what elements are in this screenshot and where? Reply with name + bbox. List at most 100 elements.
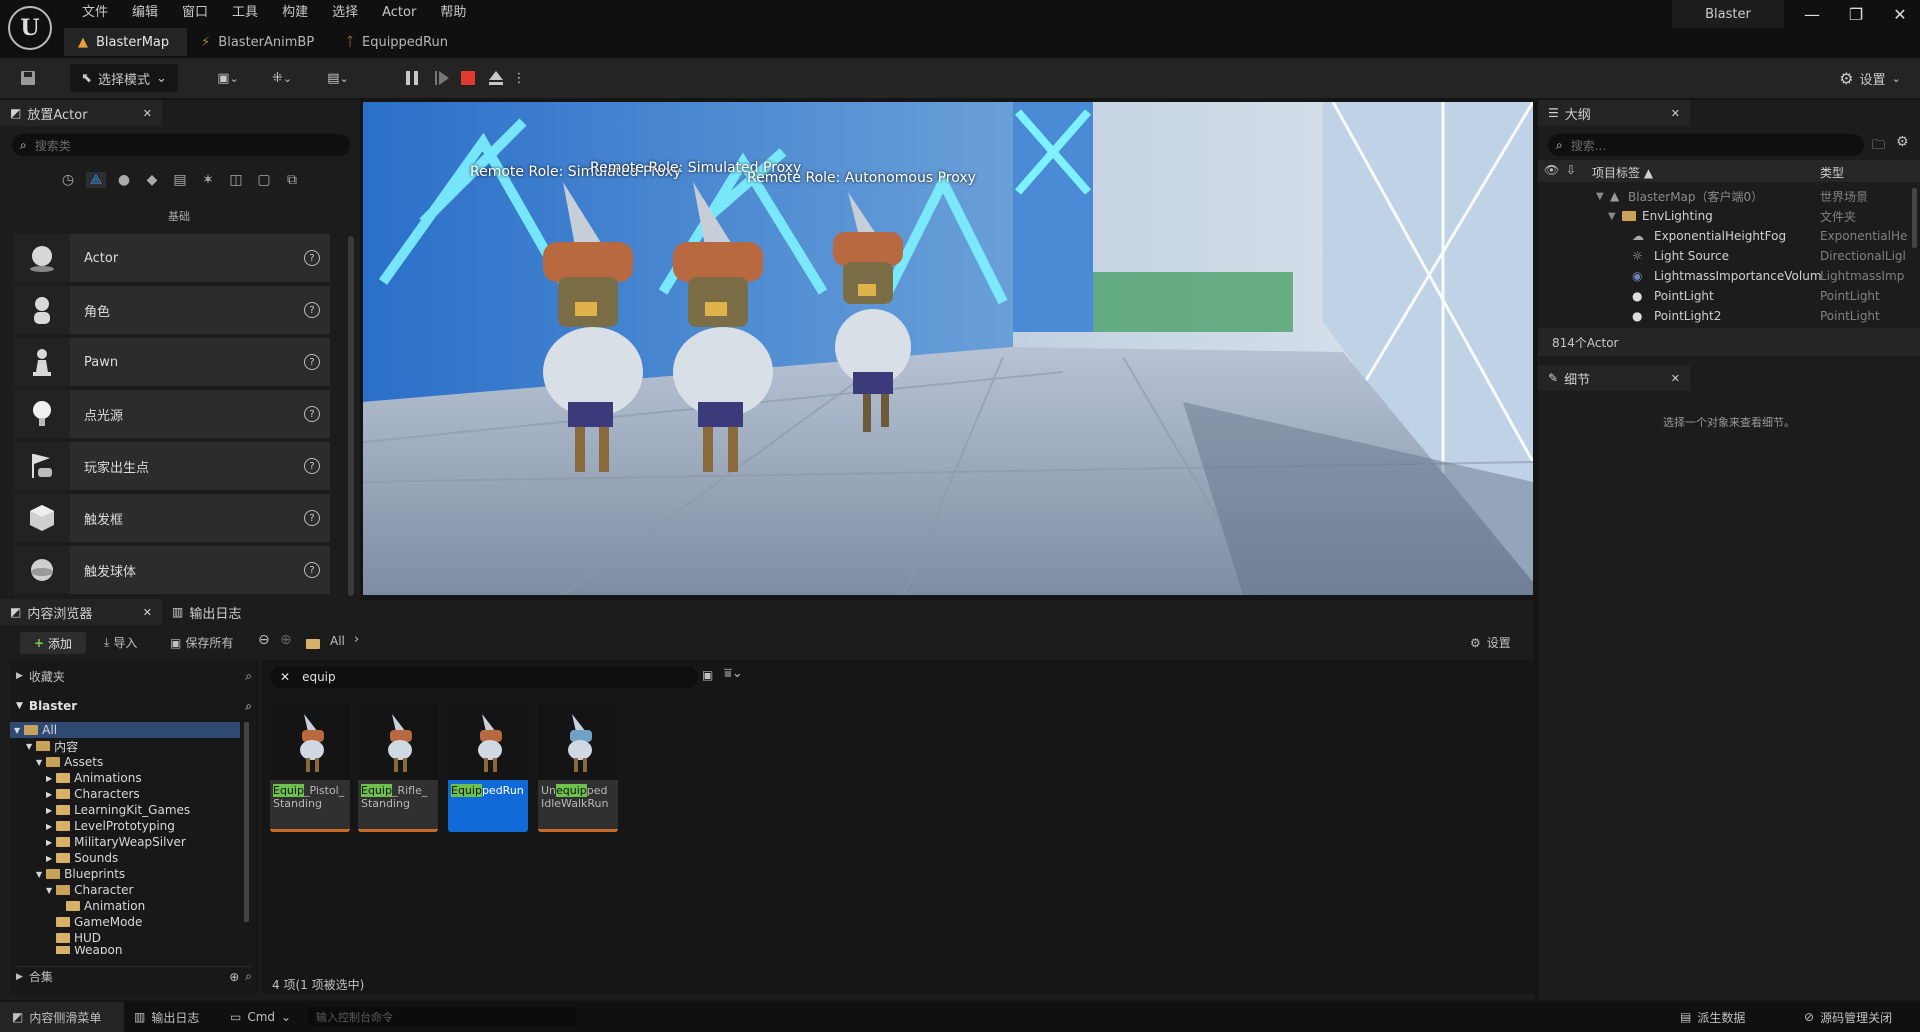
clear-search-icon[interactable]: ✕ xyxy=(280,670,290,684)
menu-actor[interactable]: Actor xyxy=(370,3,428,23)
add-button[interactable]: + 添加 xyxy=(20,632,86,654)
help-icon[interactable]: ? xyxy=(304,302,320,318)
tree-item[interactable]: ▶ Animations xyxy=(46,770,142,786)
cinematic-icon[interactable]: ▤ xyxy=(170,172,190,188)
back-icon[interactable]: ⊖ xyxy=(258,632,270,648)
outliner-row[interactable]: ▼ EnvLighting 文件夹 xyxy=(1538,206,1920,226)
eject-icon[interactable] xyxy=(484,64,508,92)
tree-item[interactable]: ▼ All xyxy=(14,722,57,738)
import-button[interactable]: ⤓ 导入 xyxy=(104,634,137,651)
pause-icon[interactable] xyxy=(400,64,424,92)
derived-data-button[interactable]: ▤ 派生数据 xyxy=(1680,1002,1745,1032)
search-icon[interactable]: ⌕ xyxy=(245,699,252,714)
place-item-character[interactable]: 角色 ? xyxy=(14,286,330,334)
recent-icon[interactable]: ◷ xyxy=(58,172,78,188)
all-classes-icon[interactable]: ⧉ xyxy=(282,172,302,188)
content-browser-tab[interactable]: ◩ 内容浏览器 ✕ xyxy=(0,599,162,625)
tree-item[interactable]: ▼ Assets xyxy=(36,754,103,770)
menu-tools[interactable]: 工具 xyxy=(220,3,270,23)
chevron-down-icon[interactable]: ▼ xyxy=(1608,211,1616,222)
level-viewport[interactable]: Remote Role: Simulated Proxy Remote Role… xyxy=(363,102,1533,595)
outliner-tab[interactable]: ☰ 大纲 ✕ xyxy=(1538,100,1690,126)
tab-blasteranimbp[interactable]: ⚡ BlasterAnimBP xyxy=(187,28,332,56)
help-icon[interactable]: ? xyxy=(304,250,320,266)
select-mode-dropdown[interactable]: ⬉ 选择模式 ⌄ xyxy=(70,64,178,92)
tree-item[interactable]: ▶ Sounds xyxy=(46,850,118,866)
help-icon[interactable]: ? xyxy=(304,406,320,422)
source-control-button[interactable]: ⊘ 源码管理关闭 xyxy=(1804,1002,1892,1032)
menu-edit[interactable]: 编辑 xyxy=(120,3,170,23)
column-label[interactable]: 项目标签 ▲ xyxy=(1592,164,1653,181)
place-item-trigger-box[interactable]: 触发框 ? xyxy=(14,494,330,542)
close-window-icon[interactable]: ✕ xyxy=(1878,0,1920,28)
help-icon[interactable]: ? xyxy=(304,510,320,526)
class-search-input[interactable]: ⌕ 搜索类 xyxy=(12,134,350,156)
asset-tile[interactable]: Equip_Pistol_ Standing xyxy=(270,704,350,832)
save-all-button[interactable]: ▣ 保存所有 xyxy=(170,634,233,651)
search-icon[interactable]: ⌕ xyxy=(245,669,252,684)
asset-search-input[interactable]: ✕ equip xyxy=(270,666,698,688)
stop-icon[interactable] xyxy=(456,64,480,92)
visual-effects-icon[interactable]: ✶ xyxy=(198,172,218,188)
visibility-eye-icon[interactable]: 👁 xyxy=(1544,163,1559,177)
chevron-right-icon[interactable]: › xyxy=(354,632,359,647)
basic-icon[interactable]: ⟁ xyxy=(86,172,106,188)
menu-file[interactable]: 文件 xyxy=(70,3,120,23)
add-collection-icon[interactable]: ⊕ xyxy=(229,970,239,984)
outliner-row[interactable]: ☁ ExponentialHeightFog ExponentialHe xyxy=(1538,226,1920,246)
more-options-icon[interactable]: ⋮ xyxy=(512,64,526,92)
asset-tile[interactable]: Equip_Rifle_ Standing xyxy=(358,704,438,832)
volumes-icon[interactable]: ▢ xyxy=(254,172,274,188)
close-icon[interactable]: ✕ xyxy=(143,107,152,120)
outliner-row[interactable]: ● PointLight2 PointLight xyxy=(1538,306,1920,326)
place-item-player-start[interactable]: 玩家出生点 ? xyxy=(14,442,330,490)
close-icon[interactable]: ✕ xyxy=(1671,372,1680,385)
outliner-row[interactable]: ◉ LightmassImportanceVolum LightmassImp xyxy=(1538,266,1920,286)
tree-item[interactable]: ▼ Character xyxy=(46,882,133,898)
shapes-icon[interactable]: ◆ xyxy=(142,172,162,188)
tree-item[interactable]: ▶ LearningKit_Games xyxy=(46,802,190,818)
lights-icon[interactable]: ● xyxy=(114,172,134,188)
unreal-logo-icon[interactable]: U xyxy=(8,6,52,50)
collections-header[interactable]: ▶ 合集 ⊕ ⌕ xyxy=(16,966,252,986)
scrollbar[interactable] xyxy=(348,236,354,596)
tree-item[interactable]: HUD xyxy=(56,930,101,946)
place-actors-tab[interactable]: ◩ 放置Actor ✕ xyxy=(0,100,162,126)
blaster-root-header[interactable]: ▼ Blaster ⌕ xyxy=(16,696,252,716)
menu-help[interactable]: 帮助 xyxy=(428,3,478,23)
menu-select[interactable]: 选择 xyxy=(320,3,370,23)
help-icon[interactable]: ? xyxy=(304,562,320,578)
save-search-icon[interactable]: ▣ xyxy=(702,668,713,682)
chevron-down-icon[interactable]: ▼ xyxy=(1596,191,1604,202)
content-drawer-button[interactable]: ◩ 内容侧滑菜单 xyxy=(0,1002,124,1032)
restore-icon[interactable]: ❐ xyxy=(1834,0,1878,28)
help-icon[interactable]: ? xyxy=(304,458,320,474)
save-icon[interactable] xyxy=(12,64,44,92)
place-item-pawn[interactable]: Pawn ? xyxy=(14,338,330,386)
step-frame-icon[interactable] xyxy=(430,64,454,92)
settings-button[interactable]: ⚙ 设置 ⌄ xyxy=(1834,64,1906,92)
geometry-icon[interactable]: ◫ xyxy=(226,172,246,188)
tab-blastermap[interactable]: ▲ BlasterMap xyxy=(64,28,188,56)
forward-icon[interactable]: ⊕ xyxy=(280,632,292,648)
new-folder-icon[interactable]: 🗀 xyxy=(1872,136,1885,158)
outliner-row[interactable]: ● PointLight PointLight xyxy=(1538,286,1920,306)
pin-icon[interactable]: ⇩ xyxy=(1566,163,1576,177)
outliner-search-input[interactable]: ⌕ 搜索... xyxy=(1548,134,1864,156)
help-icon[interactable]: ? xyxy=(304,354,320,370)
filter-icon[interactable]: ⩸⌄ xyxy=(724,666,743,681)
search-icon[interactable]: ⌕ xyxy=(245,969,252,984)
scrollbar[interactable] xyxy=(244,722,249,922)
console-input[interactable]: 输入控制台命令 xyxy=(308,1007,576,1027)
favorites-header[interactable]: ▶ 收藏夹 ⌕ xyxy=(16,666,252,686)
menu-build[interactable]: 构建 xyxy=(270,3,320,23)
details-tab[interactable]: ✎ 细节 ✕ xyxy=(1538,365,1690,391)
column-type[interactable]: 类型 xyxy=(1820,164,1844,181)
asset-tile-selected[interactable]: EquippedRun xyxy=(448,704,528,832)
scrollbar[interactable] xyxy=(1912,188,1917,248)
tree-item[interactable]: Weapon xyxy=(56,946,122,954)
place-item-actor[interactable]: Actor ? xyxy=(14,234,330,282)
tree-item[interactable]: ▶ Characters xyxy=(46,786,140,802)
cmd-dropdown[interactable]: ▭ Cmd ⌄ xyxy=(230,1002,291,1032)
close-icon[interactable]: ✕ xyxy=(143,606,152,619)
